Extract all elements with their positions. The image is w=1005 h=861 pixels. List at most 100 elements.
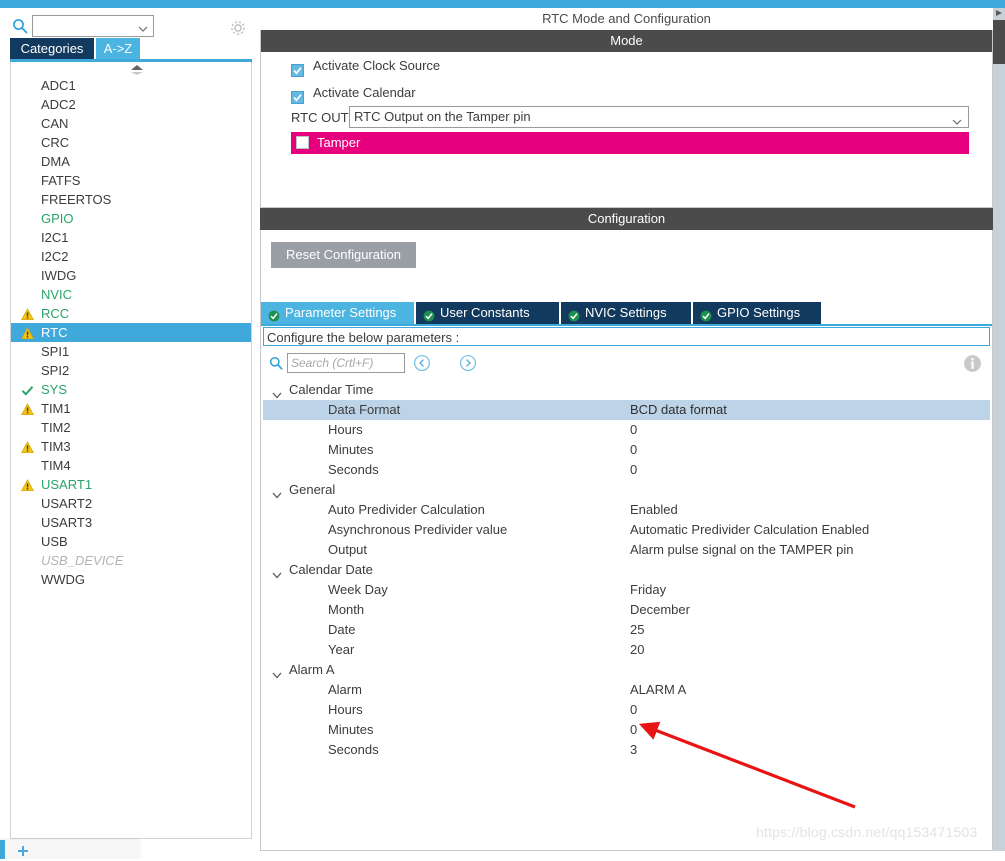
rtc-configuration-panel: RTC Mode and Configuration Mode Activate… bbox=[260, 8, 993, 851]
sidebar-item-usart3[interactable]: USART3 bbox=[11, 513, 251, 532]
scrollbar-thumb[interactable] bbox=[993, 20, 1005, 64]
parameter-value[interactable]: Enabled bbox=[630, 500, 678, 520]
parameter-value[interactable]: 0 bbox=[630, 720, 637, 740]
reset-configuration-button[interactable]: Reset Configuration bbox=[271, 242, 416, 268]
parameter-value[interactable]: 3 bbox=[630, 740, 637, 760]
sidebar-item-i2c1[interactable]: I2C1 bbox=[11, 228, 251, 247]
bottom-left-panel-handle[interactable] bbox=[0, 840, 140, 859]
chevron-down-icon[interactable] bbox=[272, 666, 282, 679]
sidebar-item-label: ADC1 bbox=[41, 78, 76, 93]
page-title: RTC Mode and Configuration bbox=[260, 8, 993, 30]
sidebar-item-rtc[interactable]: RTC bbox=[11, 323, 251, 342]
sidebar-item-usart1[interactable]: USART1 bbox=[11, 475, 251, 494]
parameter-group-calendar-time[interactable]: Calendar Time bbox=[263, 380, 990, 400]
chevron-down-icon[interactable] bbox=[272, 486, 282, 499]
parameter-row[interactable]: Year 20 bbox=[263, 640, 990, 660]
sidebar-search-combo[interactable] bbox=[32, 15, 154, 37]
parameter-value[interactable]: Automatic Predivider Calculation Enabled bbox=[630, 520, 869, 540]
activate-clock-source-row[interactable]: Activate Clock Source bbox=[261, 52, 992, 79]
parameter-value[interactable]: 0 bbox=[630, 460, 637, 480]
tab-gpio-settings[interactable]: GPIO Settings bbox=[693, 302, 821, 324]
sidebar-item-nvic[interactable]: NVIC bbox=[11, 285, 251, 304]
parameter-group-alarm-a[interactable]: Alarm A bbox=[263, 660, 990, 680]
tab-nvic-settings[interactable]: NVIC Settings bbox=[561, 302, 691, 324]
parameter-name: Month bbox=[328, 602, 365, 617]
sidebar-item-spi1[interactable]: SPI1 bbox=[11, 342, 251, 361]
parameter-row[interactable]: Week Day Friday bbox=[263, 580, 990, 600]
parameter-row[interactable]: Seconds 3 bbox=[263, 740, 990, 760]
sidebar-item-tim2[interactable]: TIM2 bbox=[11, 418, 251, 437]
parameter-row[interactable]: Date 25 bbox=[263, 620, 990, 640]
search-next-icon[interactable] bbox=[459, 354, 477, 372]
parameter-row[interactable]: Data Format BCD data format bbox=[263, 400, 990, 420]
sidebar-item-label: CAN bbox=[41, 116, 69, 131]
sidebar-item-freertos[interactable]: FREERTOS bbox=[11, 190, 251, 209]
sidebar-item-wwdg[interactable]: WWDG bbox=[11, 570, 251, 589]
search-prev-icon[interactable] bbox=[413, 354, 431, 372]
sidebar-item-tim1[interactable]: TIM1 bbox=[11, 399, 251, 418]
parameter-value[interactable]: Alarm pulse signal on the TAMPER pin bbox=[630, 540, 854, 560]
activate-clock-source-checkbox[interactable] bbox=[291, 59, 304, 77]
sidebar-item-usb[interactable]: USB bbox=[11, 532, 251, 551]
parameter-row[interactable]: Hours 0 bbox=[263, 700, 990, 720]
parameter-row[interactable]: Alarm ALARM A bbox=[263, 680, 990, 700]
sidebar-item-can[interactable]: CAN bbox=[11, 114, 251, 133]
activate-calendar-row[interactable]: Activate Calendar bbox=[261, 79, 992, 106]
sidebar-item-crc[interactable]: CRC bbox=[11, 133, 251, 152]
parameter-row[interactable]: Asynchronous Predivider value Automatic P… bbox=[263, 520, 990, 540]
sidebar-item-usart2[interactable]: USART2 bbox=[11, 494, 251, 513]
sidebar-item-usb-device[interactable]: USB_DEVICE bbox=[11, 551, 251, 570]
parameter-row[interactable]: Auto Predivider Calculation Enabled bbox=[263, 500, 990, 520]
chevron-down-icon[interactable] bbox=[272, 566, 282, 579]
parameter-value[interactable]: December bbox=[630, 600, 690, 620]
tamper-checkbox[interactable] bbox=[296, 136, 309, 149]
tab-label: NVIC Settings bbox=[585, 305, 667, 320]
gear-icon[interactable] bbox=[229, 19, 247, 37]
parameter-row[interactable]: Hours 0 bbox=[263, 420, 990, 440]
check-circle-icon bbox=[423, 307, 435, 322]
sidebar-item-i2c2[interactable]: I2C2 bbox=[11, 247, 251, 266]
parameter-row[interactable]: Month December bbox=[263, 600, 990, 620]
parameter-search-input[interactable] bbox=[287, 353, 405, 373]
sidebar-item-dma[interactable]: DMA bbox=[11, 152, 251, 171]
tab-parameter-settings[interactable]: Parameter Settings bbox=[261, 302, 414, 324]
parameter-value[interactable]: ALARM A bbox=[630, 680, 686, 700]
sidebar-item-spi2[interactable]: SPI2 bbox=[11, 361, 251, 380]
warning-triangle-icon bbox=[21, 478, 34, 492]
tab-categories[interactable]: Categories bbox=[10, 38, 94, 59]
vertical-scrollbar[interactable] bbox=[993, 8, 1005, 851]
parameter-value[interactable]: 0 bbox=[630, 420, 637, 440]
parameter-row[interactable]: Minutes 0 bbox=[263, 440, 990, 460]
parameter-value[interactable]: Friday bbox=[630, 580, 666, 600]
sidebar-item-label: SYS bbox=[41, 382, 68, 397]
parameter-value[interactable]: 0 bbox=[630, 700, 637, 720]
parameter-value[interactable]: BCD data format bbox=[630, 400, 727, 420]
parameter-group-calendar-date[interactable]: Calendar Date bbox=[263, 560, 990, 580]
parameter-group-general[interactable]: General bbox=[263, 480, 990, 500]
parameter-row[interactable]: Minutes 0 bbox=[263, 720, 990, 740]
sidebar-item-adc2[interactable]: ADC2 bbox=[11, 95, 251, 114]
chevron-down-icon[interactable] bbox=[272, 386, 282, 399]
parameter-name: Date bbox=[328, 622, 356, 637]
sidebar-item-gpio[interactable]: GPIO bbox=[11, 209, 251, 228]
sidebar-item-fatfs[interactable]: FATFS bbox=[11, 171, 251, 190]
parameter-value[interactable]: 25 bbox=[630, 620, 644, 640]
sidebar-item-label: CRC bbox=[41, 135, 70, 150]
tab-a-to-z[interactable]: A->Z bbox=[96, 38, 140, 59]
activate-calendar-checkbox[interactable] bbox=[291, 86, 304, 104]
tamper-row[interactable]: Tamper bbox=[291, 132, 969, 154]
parameter-row[interactable]: Output Alarm pulse signal on the TAMPER p… bbox=[263, 540, 990, 560]
sidebar-item-tim4[interactable]: TIM4 bbox=[11, 456, 251, 475]
list-scroll-indicator[interactable] bbox=[11, 62, 251, 76]
sidebar-item-rcc[interactable]: RCC bbox=[11, 304, 251, 323]
sidebar-item-adc1[interactable]: ADC1 bbox=[11, 76, 251, 95]
sidebar-item-iwdg[interactable]: IWDG bbox=[11, 266, 251, 285]
sidebar-item-sys[interactable]: SYS bbox=[11, 380, 251, 399]
sidebar-item-tim3[interactable]: TIM3 bbox=[11, 437, 251, 456]
parameter-value[interactable]: 20 bbox=[630, 640, 644, 660]
rtc-out-select[interactable]: RTC Output on the Tamper pin bbox=[349, 106, 969, 128]
tab-user-constants[interactable]: User Constants bbox=[416, 302, 559, 324]
parameter-value[interactable]: 0 bbox=[630, 440, 637, 460]
parameter-row[interactable]: Seconds 0 bbox=[263, 460, 990, 480]
info-icon[interactable] bbox=[963, 354, 982, 373]
